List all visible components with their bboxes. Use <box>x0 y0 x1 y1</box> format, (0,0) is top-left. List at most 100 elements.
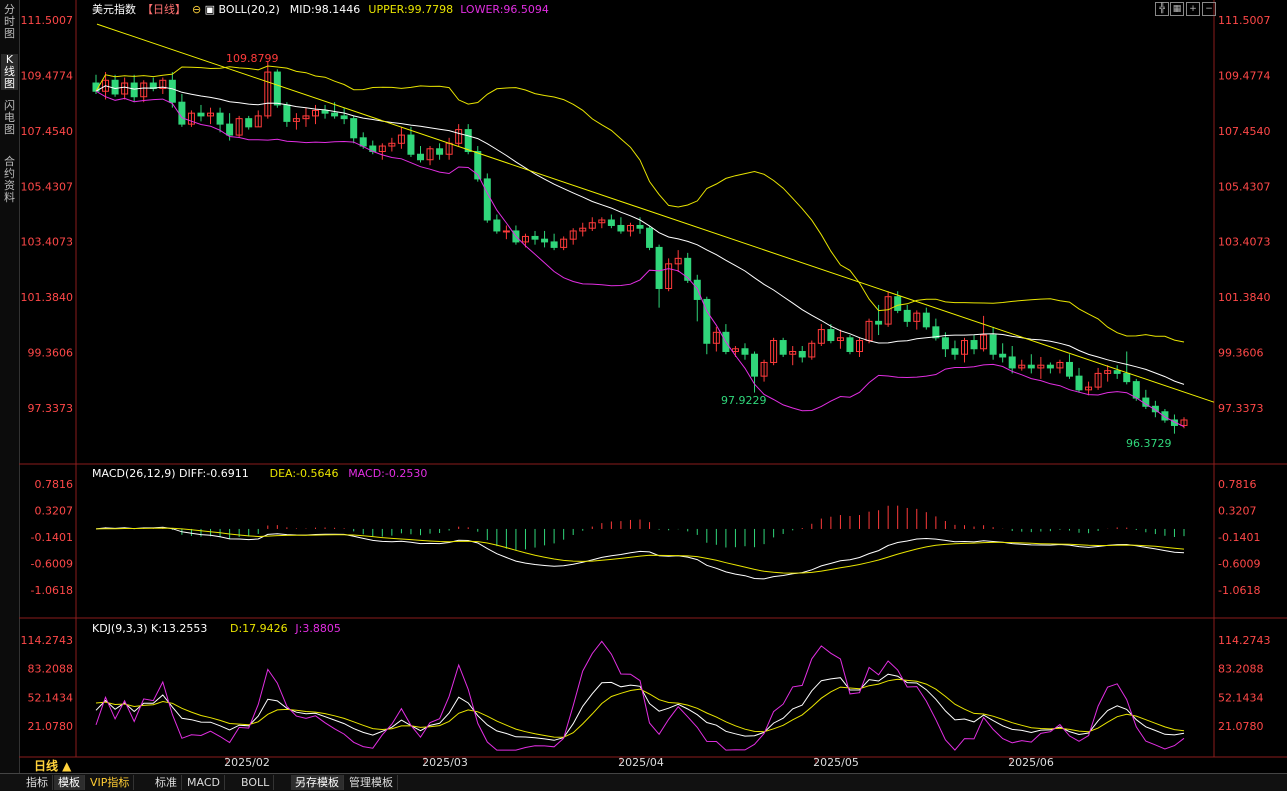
candle-body <box>751 353 759 377</box>
chart-canvas[interactable]: 111.5007 111.5007 109.4774 109.4774 107.4540… <box>19 0 1287 773</box>
bottom-tab-7[interactable]: 管理模板 <box>345 775 398 790</box>
trend-line <box>96 23 1215 403</box>
candle <box>512 225 520 245</box>
candle-body <box>321 109 329 114</box>
macd-tick-right: -0.1401 <box>1218 531 1260 544</box>
boll-lower-line <box>95 90 1185 428</box>
candle-body <box>531 235 539 240</box>
candle <box>798 346 806 363</box>
bottom-tab-2[interactable]: VIP指标 <box>86 775 135 790</box>
candle <box>655 244 663 308</box>
candle <box>626 222 634 237</box>
macd-legend-2: MACD:-0.2530 <box>348 467 427 480</box>
candle-body <box>436 148 444 155</box>
candle <box>159 77 167 94</box>
kdj-tick-left: 21.0780 <box>28 720 74 733</box>
candle-body <box>970 340 978 350</box>
bottom-tab-6[interactable]: 另存模板 <box>291 775 344 790</box>
candle-body <box>999 353 1007 358</box>
price-tick-left: 99.3606 <box>28 347 74 360</box>
annotation-low-mid: 97.9229 <box>721 394 767 407</box>
candle-body <box>350 118 358 139</box>
candle <box>1170 414 1178 434</box>
candle-body <box>464 129 472 153</box>
side-tab-0[interactable]: 分时图 <box>1 4 18 40</box>
bottom-tab-3[interactable]: 标准 <box>151 775 182 790</box>
legend-item-5: UPPER:99.7798 <box>368 3 453 16</box>
kdj-tick-left: 83.2088 <box>28 663 74 676</box>
candle <box>140 80 148 103</box>
candle <box>588 217 596 231</box>
candle <box>741 343 749 360</box>
candle-body <box>493 219 501 232</box>
candle-body <box>741 348 749 355</box>
candle <box>149 77 157 92</box>
candle-body <box>894 296 902 311</box>
candle-body <box>617 224 625 232</box>
candle-body <box>941 337 949 350</box>
bottom-tab-5[interactable]: BOLL <box>237 775 275 790</box>
candle <box>808 340 816 360</box>
candle <box>684 252 692 284</box>
zoom-out-icon[interactable]: − <box>1202 2 1216 16</box>
macd-tick-left: 0.7816 <box>35 478 74 491</box>
candle-body <box>1123 372 1131 383</box>
kdj-tick-right: 21.0780 <box>1218 720 1264 733</box>
candle <box>1113 365 1121 379</box>
zoom-in-icon[interactable]: + <box>1186 2 1200 16</box>
price-tick-right: 103.4073 <box>1218 236 1271 249</box>
candle <box>235 115 243 138</box>
side-tab-2[interactable]: 闪电图 <box>1 100 18 136</box>
candle-body <box>646 227 654 248</box>
candle <box>922 307 930 330</box>
candle <box>1104 365 1112 382</box>
candle <box>388 137 396 152</box>
kdj-legend-2: J:3.8805 <box>294 622 340 635</box>
macd-dea-line <box>95 527 1185 574</box>
candle-body <box>283 104 291 122</box>
candle-body <box>340 115 348 120</box>
candle <box>846 335 854 355</box>
crosshair-icon[interactable]: ╬ <box>1155 2 1169 16</box>
candle-body <box>951 348 959 355</box>
candle-body <box>483 178 491 221</box>
period-selector[interactable]: 日线 ▲ <box>34 757 71 774</box>
legend-item-6: LOWER:96.5094 <box>460 3 549 16</box>
candle <box>111 74 119 97</box>
legend-item-1: 【日线】 <box>142 2 186 16</box>
candle <box>1037 356 1045 379</box>
candle <box>178 93 186 127</box>
price-tick-left: 103.4073 <box>21 236 74 249</box>
candle <box>569 228 577 245</box>
candle <box>760 359 768 382</box>
bottom-tab-0[interactable]: 指标 <box>22 775 53 790</box>
candle <box>531 230 539 245</box>
view-sidebar: 分时图 K线图闪电图合约资料 <box>0 0 20 790</box>
candle-body <box>655 246 663 289</box>
date-label: 2025/06 <box>1008 756 1054 769</box>
macd-tick-right: 0.3207 <box>1218 505 1257 518</box>
candle-body <box>636 224 644 229</box>
candle-body <box>779 340 787 355</box>
candle <box>350 115 358 144</box>
candle <box>989 326 997 360</box>
bottom-tab-4[interactable]: MACD <box>183 775 225 790</box>
candle-body <box>168 79 176 103</box>
candle <box>560 236 568 251</box>
candle <box>875 304 883 336</box>
bottom-tab-1[interactable]: 模板 <box>54 775 85 790</box>
kdj-j-line <box>95 640 1185 751</box>
price-tick-left: 101.3840 <box>21 291 74 304</box>
legend-item-2: ⊖ <box>192 3 201 16</box>
candle <box>1065 354 1073 379</box>
candle-body <box>922 312 930 328</box>
kdj-legend-1: D:17.9426 <box>230 622 288 635</box>
side-tab-3[interactable]: 合约资料 <box>1 156 18 204</box>
side-tab-1[interactable]: K线图 <box>1 54 18 90</box>
candle <box>245 115 253 130</box>
grid-icon[interactable]: ▦ <box>1170 2 1184 16</box>
price-tick-left: 97.3373 <box>28 402 74 415</box>
candle-body <box>541 238 549 243</box>
legend-item-3: ▣ BOLL(20,2) <box>205 3 280 16</box>
candle-body <box>1065 361 1073 377</box>
